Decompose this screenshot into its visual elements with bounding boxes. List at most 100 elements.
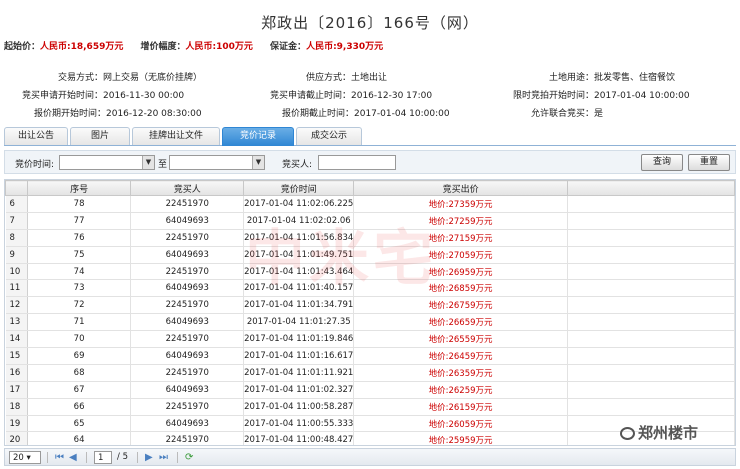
- seq-cell: 77: [27, 212, 132, 230]
- bid-cell: 地价:26559万元: [353, 330, 568, 349]
- bid-time-start-select[interactable]: ▼: [59, 155, 155, 170]
- page-number-input[interactable]: 1: [94, 451, 112, 464]
- first-page-icon[interactable]: ⏮: [55, 450, 64, 465]
- bid-cell: 地价:26259万元: [353, 381, 568, 399]
- reset-button[interactable]: 重置: [688, 154, 730, 171]
- pagination-bar: 20 ▾ ⏮ ◀ 1 / 5 ▶ ⏭ ⟳: [4, 448, 736, 466]
- apply-start-time: 竞买申请开始时间：2016-11-30 00:00: [22, 91, 185, 101]
- table-row[interactable]: 6 78 22451970 2017-01-04 11:02:06.225 地价:273…: [5, 195, 735, 213]
- col-header-bid[interactable]: 竞买出价: [353, 180, 568, 196]
- table-row[interactable]: 12 72 22451970 2017-01-04 11:01:34.791 地价:26…: [5, 296, 735, 315]
- bid-cell: 地价:26159万元: [353, 398, 568, 416]
- table-row[interactable]: 16 68 22451970 2017-01-04 11:01:11.921 地价:26…: [5, 364, 735, 382]
- next-page-icon[interactable]: ▶: [145, 450, 153, 465]
- table-row[interactable]: 7 77 64049693 2017-01-04 11:02:02.06 地价:2725…: [5, 212, 735, 230]
- bid-cell: 地价:26859万元: [353, 279, 568, 298]
- row-number: 19: [5, 415, 28, 433]
- empty-cell: [567, 212, 735, 230]
- deposit-value: 人民币:9,330万元: [306, 42, 384, 52]
- buyer-cell: 22451970: [130, 431, 245, 445]
- col-header-buyer[interactable]: 竞买人: [130, 180, 245, 196]
- buyer-cell: 64049693: [130, 381, 245, 399]
- bid-cell: 地价:26359万元: [353, 364, 568, 382]
- buyer-input[interactable]: [318, 155, 396, 170]
- table-row[interactable]: 8 76 22451970 2017-01-04 11:01:56.834 地价:271…: [5, 229, 735, 247]
- increment-value: 人民币:100万元: [185, 42, 253, 52]
- table-row[interactable]: 13 71 64049693 2017-01-04 11:01:27.35 地价:266…: [5, 313, 735, 332]
- buyer-cell: 64049693: [130, 415, 245, 433]
- col-header-seq[interactable]: 序号: [26, 180, 132, 196]
- buyer-label: 竞买人:: [282, 160, 313, 170]
- row-number: 11: [5, 279, 28, 298]
- empty-cell: [567, 229, 735, 247]
- buyer-cell: 64049693: [130, 313, 245, 332]
- last-page-icon[interactable]: ⏭: [159, 450, 168, 465]
- bid-time-label: 竞价时间:: [15, 160, 55, 170]
- empty-cell: [567, 263, 735, 281]
- seq-cell: 66: [27, 398, 132, 416]
- seq-cell: 75: [27, 246, 132, 264]
- bid-cell: 地价:27259万元: [353, 212, 568, 230]
- table-row[interactable]: 15 69 64049693 2017-01-04 11:01:16.617 地价:26…: [5, 347, 735, 365]
- time-cell: 2017-01-04 11:01:02.327: [243, 381, 355, 399]
- buyer-cell: 22451970: [130, 195, 245, 213]
- seq-cell: 64: [27, 431, 132, 445]
- page-size-select[interactable]: 20 ▾: [9, 451, 41, 464]
- row-number: 10: [5, 263, 28, 281]
- pager-separator: [177, 452, 178, 463]
- empty-cell: [567, 364, 735, 382]
- bid-cell: 地价:26759万元: [353, 296, 568, 315]
- tab-images[interactable]: 图片: [70, 127, 130, 145]
- seq-cell: 65: [27, 415, 132, 433]
- time-cell: 2017-01-04 11:02:02.06: [243, 212, 355, 230]
- table-row[interactable]: 10 74 22451970 2017-01-04 11:01:43.464 地价:26…: [5, 263, 735, 281]
- tab-deal-publicity[interactable]: 成交公示: [296, 127, 362, 145]
- table-row[interactable]: 14 70 22451970 2017-01-04 11:01:19.846 地价:26…: [5, 330, 735, 349]
- seq-cell: 70: [27, 330, 132, 349]
- time-cell: 2017-01-04 11:01:56.834: [243, 229, 355, 247]
- empty-cell: [567, 246, 735, 264]
- row-number: 18: [5, 398, 28, 416]
- bid-cell: 地价:27359万元: [353, 195, 568, 213]
- start-price-label: 起始价：: [4, 42, 41, 52]
- quote-end-time: 报价期截止时间：2017-01-04 10:00:00: [282, 109, 450, 119]
- time-cell: 2017-01-04 11:01:43.464: [243, 263, 355, 281]
- time-cell: 2017-01-04 11:01:16.617: [243, 347, 355, 365]
- row-number: 16: [5, 364, 28, 382]
- limit-start-time: 限时竞拍开始时间：2017-01-04 10:00:00: [513, 91, 690, 101]
- seq-cell: 67: [27, 381, 132, 399]
- tab-bid-records[interactable]: 竞价记录: [222, 127, 294, 146]
- time-cell: 2017-01-04 11:01:34.791: [243, 296, 355, 315]
- bid-cell: 地价:26659万元: [353, 313, 568, 332]
- prev-page-icon[interactable]: ◀: [69, 450, 77, 465]
- seq-cell: 74: [27, 263, 132, 281]
- increment-label: 增价幅度：: [140, 42, 186, 52]
- buyer-cell: 64049693: [130, 279, 245, 298]
- time-cell: 2017-01-04 11:00:55.333: [243, 415, 355, 433]
- start-price-value: 人民币:18,659万元: [40, 42, 124, 52]
- table-row[interactable]: 9 75 64049693 2017-01-04 11:01:49.751 地价:270…: [5, 246, 735, 264]
- bid-cell: 地价:25959万元: [353, 431, 568, 445]
- empty-cell: [567, 296, 735, 315]
- table-row[interactable]: 17 67 64049693 2017-01-04 11:01:02.327 地价:26…: [5, 381, 735, 399]
- query-button[interactable]: 查询: [641, 154, 683, 171]
- buyer-cell: 64049693: [130, 212, 245, 230]
- bid-records-grid: 序号 竞买人 竞价时间 竞买出价 6 78 22451970 2017-01-04 1…: [4, 179, 736, 446]
- col-header-time[interactable]: 竞价时间: [243, 180, 355, 196]
- tab-listing-docs[interactable]: 挂牌出让文件: [132, 127, 220, 145]
- tab-announcement[interactable]: 出让公告: [4, 127, 68, 145]
- row-number: 13: [5, 313, 28, 332]
- table-row[interactable]: 11 73 64049693 2017-01-04 11:01:40.157 地价:26…: [5, 279, 735, 298]
- chevron-down-icon: ▼: [142, 156, 154, 169]
- time-cell: 2017-01-04 11:01:11.921: [243, 364, 355, 382]
- refresh-icon[interactable]: ⟳: [185, 450, 193, 465]
- trade-method: 交易方式：网上交易（无底价挂牌）: [58, 73, 203, 83]
- bid-cell: 地价:26459万元: [353, 347, 568, 365]
- bid-time-end-select[interactable]: ▼: [169, 155, 265, 170]
- row-number: 14: [5, 330, 28, 349]
- table-row[interactable]: 18 66 22451970 2017-01-04 11:00:58.287 地价:26…: [5, 398, 735, 416]
- buyer-cell: 22451970: [130, 296, 245, 315]
- time-cell: 2017-01-04 11:02:06.225: [243, 195, 355, 213]
- brand-watermark: 郑州楼市: [620, 422, 698, 443]
- bid-cell: 地价:27059万元: [353, 246, 568, 264]
